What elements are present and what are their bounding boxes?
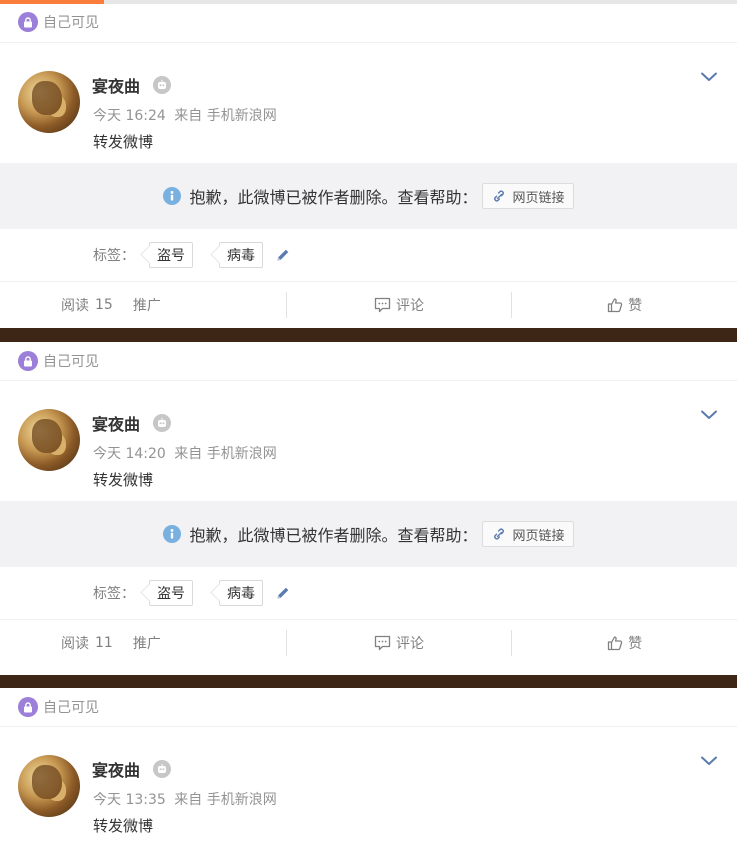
avatar[interactable]: [18, 409, 80, 471]
deleted-notice-text: 抱歉，此微博已被作者删除。查看帮助：: [189, 188, 478, 207]
post-source[interactable]: 手机新浪网: [207, 446, 277, 462]
action-bar: 阅读 11 推广 评论 赞: [0, 619, 737, 666]
action-bar: 阅读 15 推广 评论 赞: [0, 281, 737, 328]
pencil-icon[interactable]: [275, 247, 291, 263]
top-border: [0, 0, 737, 4]
avatar[interactable]: [18, 755, 80, 817]
robot-icon: [153, 76, 171, 94]
post-meta: 今天 14:20 来自 手机新浪网: [93, 443, 277, 463]
like-button[interactable]: 赞: [511, 630, 737, 656]
comment-label: 评论: [396, 636, 424, 652]
post-header: 宴夜曲 今天 13:35 来自 手机新浪网 转发微博: [0, 727, 737, 847]
post-source[interactable]: 手机新浪网: [207, 792, 277, 808]
read-stats: 阅读 15 推广: [0, 292, 286, 318]
post-time[interactable]: 今天 16:24: [93, 108, 166, 124]
deleted-notice: 抱歉，此微博已被作者删除。查看帮助： 网页链接: [0, 163, 737, 229]
deleted-notice: 抱歉，此微博已被作者删除。查看帮助： 网页链接: [0, 501, 737, 567]
avatar[interactable]: [18, 71, 80, 133]
web-link-label: 网页链接: [512, 528, 565, 544]
post-text: 转发微博: [93, 133, 154, 151]
post-time[interactable]: 今天 13:35: [93, 792, 166, 808]
comment-icon: [374, 635, 391, 651]
web-link-button[interactable]: 网页链接: [481, 183, 574, 209]
tags-row: 标签： 盗号 病毒: [0, 229, 737, 281]
web-link-label: 网页链接: [512, 190, 565, 206]
source-prefix: 来自: [174, 446, 203, 462]
lock-icon: [18, 351, 38, 371]
info-icon: [163, 525, 182, 543]
tag-item[interactable]: 盗号: [149, 242, 193, 268]
active-tab-indicator: [0, 0, 104, 4]
visibility-label: 自己可见: [43, 15, 99, 31]
source-prefix: 来自: [174, 108, 203, 124]
post-card: 自己可见 宴夜曲 今天 13:35 来自 手机新浪网 转发微博: [0, 688, 737, 859]
read-count: 15: [95, 297, 113, 313]
read-label: 阅读: [61, 298, 89, 314]
like-label: 赞: [628, 636, 643, 652]
visibility-label: 自己可见: [43, 700, 99, 716]
visibility-row: 自己可见: [0, 688, 737, 727]
lock-icon: [18, 697, 38, 717]
promote-button[interactable]: 推广: [133, 633, 161, 653]
comment-button[interactable]: 评论: [285, 630, 512, 656]
robot-icon: [153, 760, 171, 778]
visibility-row: 自己可见: [0, 0, 737, 43]
post-text: 转发微博: [93, 817, 154, 835]
web-link-button[interactable]: 网页链接: [481, 521, 574, 547]
robot-icon: [153, 414, 171, 432]
post-text: 转发微博: [93, 471, 154, 489]
source-prefix: 来自: [174, 792, 203, 808]
post-meta: 今天 13:35 来自 手机新浪网: [93, 789, 277, 809]
tags-label: 标签：: [93, 248, 135, 264]
author-name[interactable]: 宴夜曲: [92, 411, 140, 435]
chevron-down-icon[interactable]: [699, 751, 719, 771]
pencil-icon[interactable]: [275, 585, 291, 601]
link-icon: [493, 528, 504, 540]
read-label: 阅读: [61, 636, 89, 652]
tag-item[interactable]: 病毒: [219, 242, 263, 268]
author-name[interactable]: 宴夜曲: [92, 757, 140, 781]
read-count: 11: [95, 635, 113, 651]
deleted-notice-text: 抱歉，此微博已被作者删除。查看帮助：: [189, 526, 478, 545]
info-icon: [163, 187, 182, 205]
comment-button[interactable]: 评论: [285, 292, 512, 318]
author-name[interactable]: 宴夜曲: [92, 73, 140, 97]
lock-icon: [18, 12, 38, 32]
promote-button[interactable]: 推广: [133, 295, 161, 315]
post-time[interactable]: 今天 14:20: [93, 446, 166, 462]
post-header: 宴夜曲 今天 14:20 来自 手机新浪网 转发微博: [0, 381, 737, 501]
comment-icon: [374, 297, 391, 313]
visibility-row: 自己可见: [0, 342, 737, 381]
post-card: 自己可见 宴夜曲 今天 14:20 来自 手机新浪网 转发微博 抱歉，此微博已被…: [0, 342, 737, 675]
tags-row: 标签： 盗号 病毒: [0, 567, 737, 619]
comment-label: 评论: [396, 298, 424, 314]
like-label: 赞: [628, 298, 643, 314]
read-stats: 阅读 11 推广: [0, 630, 286, 656]
tag-item[interactable]: 盗号: [149, 580, 193, 606]
link-icon: [493, 190, 504, 202]
thumbs-up-icon: [608, 298, 623, 313]
post-source[interactable]: 手机新浪网: [207, 108, 277, 124]
like-button[interactable]: 赞: [511, 292, 737, 318]
thumbs-up-icon: [608, 636, 623, 651]
visibility-label: 自己可见: [43, 354, 99, 370]
tag-item[interactable]: 病毒: [219, 580, 263, 606]
post-meta: 今天 16:24 来自 手机新浪网: [93, 105, 277, 125]
chevron-down-icon[interactable]: [699, 67, 719, 87]
post-card: 自己可见 宴夜曲 今天 16:24 来自 手机新浪网 转发微博 抱歉，此微博已被…: [0, 0, 737, 328]
tags-label: 标签：: [93, 586, 135, 602]
post-header: 宴夜曲 今天 16:24 来自 手机新浪网 转发微博: [0, 43, 737, 163]
chevron-down-icon[interactable]: [699, 405, 719, 425]
